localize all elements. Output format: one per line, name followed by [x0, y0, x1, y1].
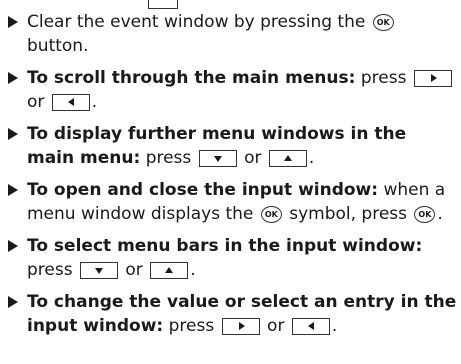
list-item: To open and close the input window: when…	[6, 178, 458, 226]
right-arrow-key-icon	[221, 317, 260, 335]
bullet-arrow-icon	[8, 184, 18, 196]
item-text: press	[145, 148, 192, 168]
list-item: To scroll through the main menus: press …	[6, 66, 458, 114]
list-item: To select menu bars in the input window:…	[6, 234, 458, 282]
down-arrow-key-icon	[80, 261, 118, 279]
left-arrow-key-icon	[291, 317, 330, 335]
bullet-arrow-icon	[8, 240, 18, 252]
ok-button-icon: OK	[414, 205, 436, 223]
or-text: or	[27, 92, 45, 112]
or-text: or	[267, 316, 285, 336]
instruction-list: Clear the event window by pressing the O…	[6, 10, 458, 346]
ok-button-icon: OK	[372, 13, 394, 31]
list-item: Clear the event window by pressing the O…	[6, 10, 458, 58]
item-text: Clear the event window by pressing the	[27, 12, 366, 32]
left-arrow-key-icon	[51, 93, 90, 111]
item-heading: To scroll through the main menus:	[27, 68, 356, 88]
item-heading: To select menu bars in the input window:	[27, 236, 423, 256]
or-text: or	[244, 148, 262, 168]
list-item: To display further menu windows in the m…	[6, 122, 458, 170]
item-text: press	[168, 316, 215, 336]
item-text: button.	[27, 36, 89, 56]
item-text: press	[27, 260, 73, 280]
down-arrow-key-icon	[198, 149, 237, 167]
item-text: press	[360, 68, 407, 88]
right-arrow-key-icon	[413, 69, 452, 87]
list-item: To change the value or select an entry i…	[6, 290, 458, 338]
item-text: symbol, press	[289, 204, 407, 224]
up-arrow-key-icon	[268, 149, 307, 167]
up-arrow-key-icon	[150, 261, 189, 279]
bullet-arrow-icon	[8, 16, 18, 28]
bullet-arrow-icon	[8, 72, 18, 84]
bullet-arrow-icon	[8, 296, 18, 308]
or-text: or	[125, 260, 143, 280]
ok-button-icon: OK	[260, 205, 282, 223]
item-heading: To open and close the input window:	[27, 180, 379, 200]
previous-key-fragment	[148, 0, 178, 9]
bullet-arrow-icon	[8, 128, 18, 140]
